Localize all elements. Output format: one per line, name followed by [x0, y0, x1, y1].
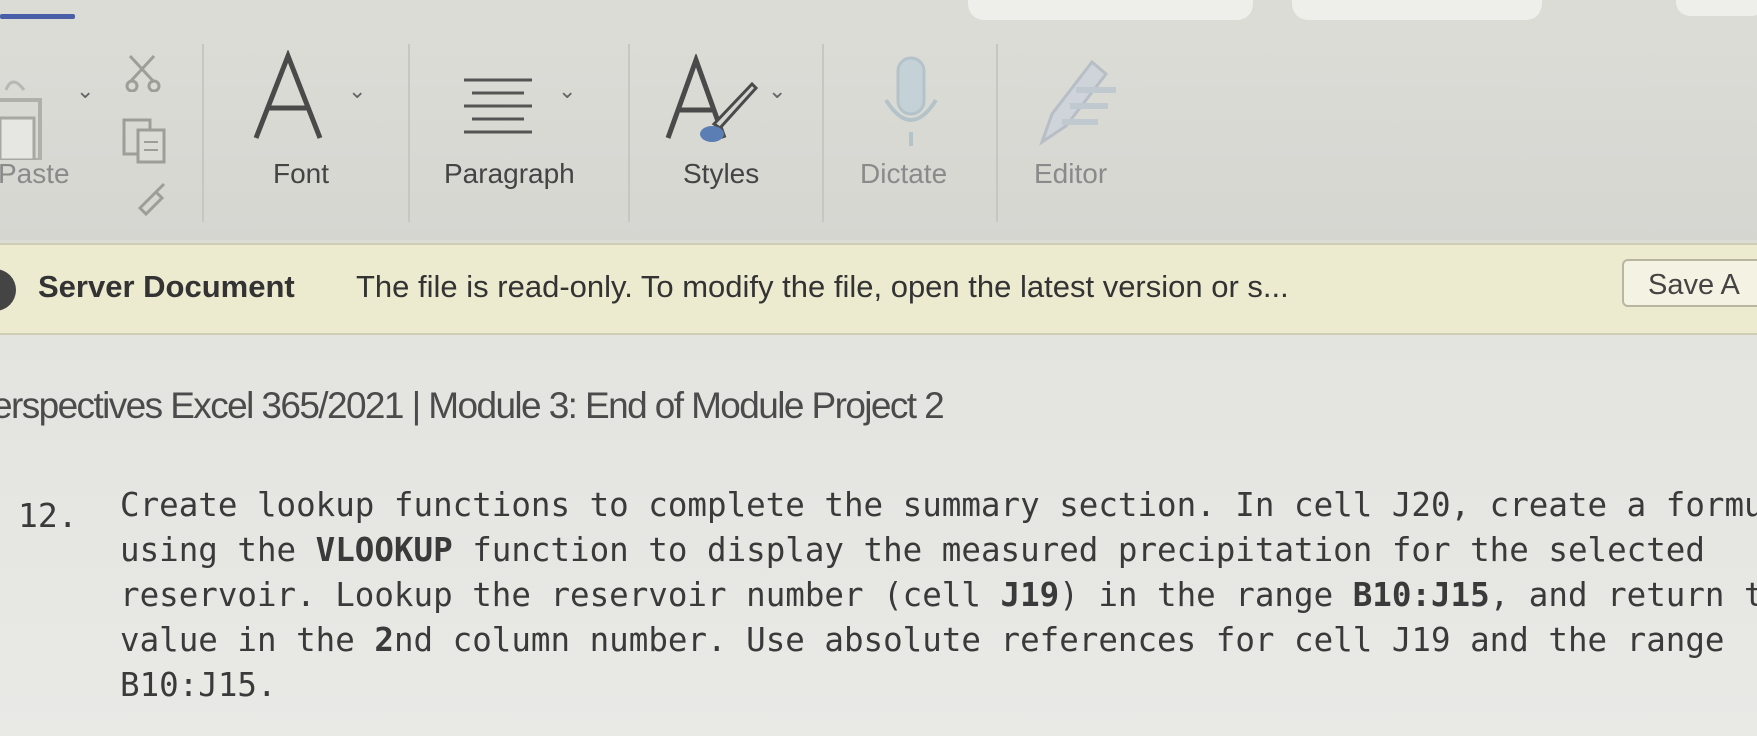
step-number: 12.	[18, 496, 78, 535]
tab-button-share[interactable]	[1676, 0, 1757, 16]
microphone-icon[interactable]	[880, 54, 942, 148]
instruction-text: reservoir. Lookup the reservoir number (…	[120, 576, 1001, 614]
read-only-message-bar: Server Document The file is read-only. T…	[0, 243, 1757, 335]
tab-button-editing[interactable]	[1292, 0, 1542, 20]
step-instructions: Create lookup functions to complete the …	[120, 483, 1757, 708]
active-tab-indicator	[0, 14, 75, 19]
message-bar-text: The file is read-only. To modify the fil…	[356, 269, 1289, 304]
paragraph-label: Paragraph	[444, 158, 575, 189]
tab-button-comments[interactable]	[968, 0, 1253, 20]
ribbon-separator	[996, 44, 998, 222]
instruction-text: nd column number. Use absolute reference…	[393, 621, 1725, 659]
info-icon	[0, 269, 16, 311]
paste-label: Paste	[0, 158, 70, 189]
bold-term: VLOOKUP	[315, 531, 453, 569]
bold-term: J19	[1000, 576, 1060, 614]
styles-icon[interactable]	[664, 54, 760, 148]
message-bar-title: Server Document	[38, 269, 295, 304]
ribbon-toolbar: ⌄ Paste ⌄ Font ⌄ Paragraph ⌄ Styles Dict…	[0, 30, 1757, 240]
styles-label: Styles	[683, 158, 760, 189]
cut-icon[interactable]	[124, 52, 164, 92]
styles-chevron-icon[interactable]: ⌄	[768, 78, 786, 104]
editor-pen-icon[interactable]	[1032, 54, 1122, 148]
instruction-text: ) in the range	[1059, 576, 1353, 614]
document-header-title: erspectives Excel 365/2021 | Module 3: E…	[0, 385, 945, 426]
ribbon-separator	[408, 44, 410, 222]
save-as-button[interactable]: Save A	[1622, 259, 1757, 307]
instruction-text: , and return the	[1489, 576, 1757, 614]
bold-term: 2	[374, 621, 394, 659]
editor-label: Editor	[1034, 158, 1108, 189]
paste-options-chevron-icon[interactable]: ⌄	[76, 78, 94, 104]
instruction-line: Create lookup functions to complete the …	[120, 483, 1757, 528]
dictate-label: Dictate	[860, 158, 948, 189]
instruction-text: B10:J15.	[120, 666, 277, 704]
paste-icon[interactable]	[0, 50, 100, 160]
instruction-text: using the	[120, 531, 316, 569]
font-chevron-icon[interactable]: ⌄	[348, 78, 366, 104]
instruction-line: value in the 2nd column number. Use abso…	[120, 618, 1750, 663]
instruction-line: using the VLOOKUP function to display th…	[120, 528, 1750, 573]
instruction-text: function to display the measured precipi…	[452, 531, 1705, 569]
instruction-line: reservoir. Lookup the reservoir number (…	[120, 573, 1757, 618]
ribbon-separator	[202, 44, 204, 222]
document-page: erspectives Excel 365/2021 | Module 3: E…	[0, 335, 1757, 736]
instruction-line: B10:J15.	[120, 663, 1750, 708]
format-painter-icon[interactable]	[132, 178, 172, 218]
instruction-text: value in the	[120, 621, 375, 659]
ribbon-tab-strip	[0, 0, 1757, 30]
ribbon-separator	[628, 44, 630, 222]
instruction-text: Create lookup functions to complete the …	[120, 486, 1757, 524]
ribbon-separator	[822, 44, 824, 222]
bold-term: B10:J15	[1352, 576, 1490, 614]
paragraph-icon[interactable]	[458, 74, 538, 134]
copy-icon[interactable]	[122, 118, 168, 166]
font-label: Font	[273, 158, 330, 189]
paragraph-chevron-icon[interactable]: ⌄	[558, 78, 576, 104]
font-icon[interactable]	[252, 50, 324, 142]
